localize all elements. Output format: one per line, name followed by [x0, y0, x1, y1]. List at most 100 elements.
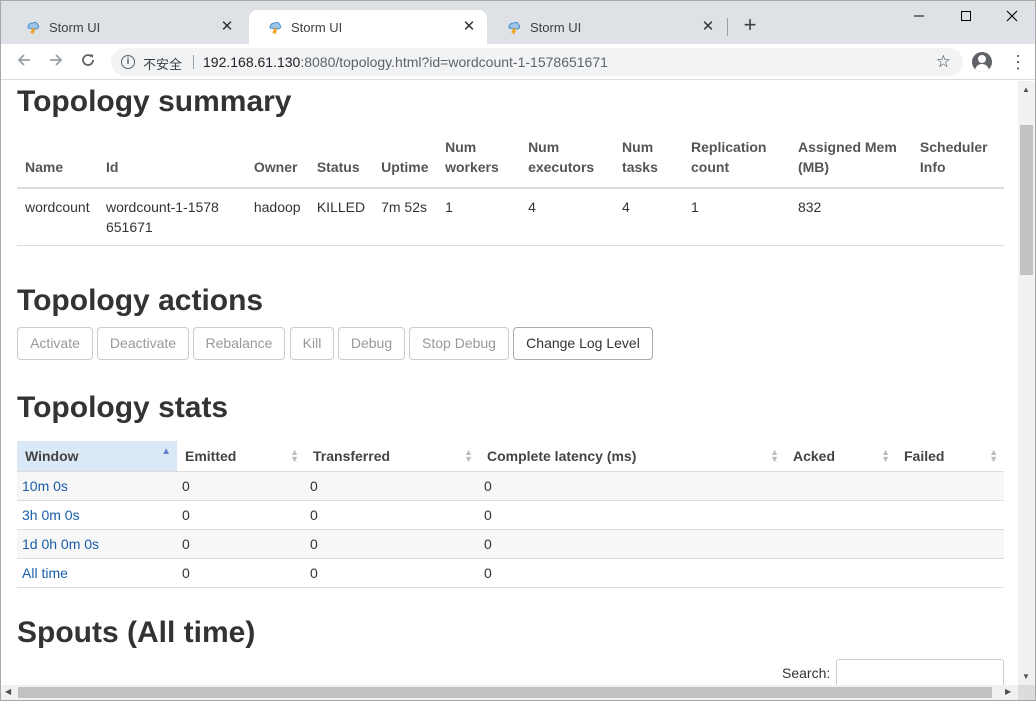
minimize-button[interactable] [896, 5, 942, 27]
col-header-owner: Owner [245, 133, 309, 189]
topology-summary-table: Name Id Owner Status Uptime Num workers … [17, 133, 1004, 246]
cell-failed [896, 471, 1004, 501]
stop-debug-button[interactable]: Stop Debug [409, 327, 509, 360]
cell-latency: 0 [479, 471, 785, 501]
col-header-transferred[interactable]: Transferred ▲ ▼ [305, 441, 479, 472]
page-viewport: Topology summary Name Id Owner Status Up… [1, 81, 1018, 685]
cell-num-tasks: 4 [614, 188, 684, 246]
tab-separator [727, 18, 728, 36]
window-link[interactable]: 1d 0h 0m 0s [22, 536, 99, 552]
col-header-status: Status [308, 133, 374, 189]
cell-acked [785, 471, 896, 501]
close-tab-icon[interactable]: ✕ [700, 19, 716, 35]
col-header-num-workers: Num workers [437, 133, 521, 189]
cell-transferred: 0 [305, 500, 479, 530]
col-header-failed[interactable]: Failed ▲ ▼ [896, 441, 1004, 472]
cell-num-workers: 1 [437, 188, 521, 246]
reload-button[interactable] [78, 52, 98, 72]
browser-tab-3[interactable]: Storm UI ✕ [488, 10, 726, 44]
url-rest: :8080/topology.html?id=wordcount-1-15786… [300, 54, 608, 70]
sort-both-icon: ▲ ▼ [881, 447, 890, 464]
address-bar[interactable]: i 不安全 192.168.61.130:8080/topology.html?… [111, 48, 963, 76]
tab-title: Storm UI [49, 20, 101, 35]
storm-favicon-icon [27, 21, 40, 35]
forward-button[interactable] [46, 52, 66, 72]
cell-transferred: 0 [305, 471, 479, 501]
cell-failed [896, 558, 1004, 588]
cell-transferred: 0 [305, 558, 479, 588]
rebalance-button[interactable]: Rebalance [193, 327, 285, 360]
browser-tab-1[interactable]: Storm UI ✕ [7, 10, 245, 44]
window-link[interactable]: 3h 0m 0s [22, 507, 80, 523]
change-log-level-button[interactable]: Change Log Level [513, 327, 653, 360]
kill-button[interactable]: Kill [290, 327, 334, 360]
col-header-window[interactable]: Window ▲ [17, 441, 177, 472]
cell-latency: 0 [479, 500, 785, 530]
info-icon[interactable]: i [121, 55, 135, 69]
cell-window: All time [17, 558, 177, 588]
sort-both-icon: ▲ ▼ [290, 447, 299, 464]
scroll-down-arrow-icon[interactable]: ▼ [1022, 672, 1030, 681]
vertical-scrollbar[interactable]: ▲ ▼ [1018, 81, 1035, 685]
horizontal-scrollbar[interactable]: ◀ ▶ [1, 685, 1018, 700]
window-link[interactable]: 10m 0s [22, 478, 68, 494]
maximize-button[interactable] [943, 5, 989, 27]
spouts-search-input[interactable] [836, 659, 1004, 685]
activate-button[interactable]: Activate [17, 327, 93, 360]
close-window-button[interactable] [989, 5, 1035, 27]
cell-assigned-mem: 832 [789, 188, 912, 246]
maximize-icon [961, 11, 971, 21]
browser-tab-2[interactable]: Storm UI ✕ [249, 10, 487, 44]
horizontal-scroll-thumb[interactable] [18, 687, 992, 698]
profile-avatar-icon[interactable] [972, 52, 992, 72]
cell-id: wordcount-1-1578651671 [97, 188, 246, 246]
cell-status: KILLED [308, 188, 374, 246]
tab-title: Storm UI [530, 20, 582, 35]
close-tab-icon[interactable]: ✕ [219, 19, 235, 35]
scroll-right-arrow-icon[interactable]: ▶ [1005, 687, 1011, 696]
table-row: 1d 0h 0m 0s 0 0 0 [17, 529, 1004, 559]
reload-icon [82, 54, 94, 66]
storm-favicon-icon [508, 21, 521, 35]
cell-failed [896, 500, 1004, 530]
deactivate-button[interactable]: Deactivate [97, 327, 189, 360]
url-host: 192.168.61.130 [203, 54, 301, 70]
security-label: 不安全 [143, 57, 183, 72]
table-row: 10m 0s 0 0 0 [17, 471, 1004, 501]
debug-button[interactable]: Debug [338, 327, 405, 360]
menu-more-icon[interactable]: ⋮ [1009, 52, 1027, 72]
col-header-num-tasks: Num tasks [614, 133, 684, 189]
topology-stats-table: Window ▲ Emitted ▲ ▼ Transferred ▲ ▼ Complete… [17, 441, 1004, 588]
table-row: All time 0 0 0 [17, 558, 1004, 588]
scroll-left-arrow-icon[interactable]: ◀ [5, 687, 11, 696]
col-header-emitted[interactable]: Emitted ▲ ▼ [177, 441, 305, 472]
col-header-complete-latency[interactable]: Complete latency (ms) ▲ ▼ [479, 441, 785, 472]
close-icon [1006, 10, 1018, 22]
scroll-up-arrow-icon[interactable]: ▲ [1022, 85, 1030, 94]
cell-emitted: 0 [177, 529, 305, 559]
tab-title: Storm UI [291, 20, 343, 35]
vertical-scroll-thumb[interactable] [1020, 125, 1033, 275]
col-header-id: Id [97, 133, 246, 189]
scrollbar-corner [1018, 685, 1035, 700]
sort-both-icon: ▲ ▼ [770, 447, 779, 464]
new-tab-button[interactable]: + [738, 14, 762, 38]
browser-toolbar: i 不安全 192.168.61.130:8080/topology.html?… [1, 44, 1035, 80]
window-link[interactable]: All time [22, 565, 68, 581]
col-header-acked[interactable]: Acked ▲ ▼ [785, 441, 896, 472]
back-button[interactable] [14, 52, 34, 72]
tab-strip: Storm UI ✕ Storm UI ✕ Storm UI ✕ + [1, 1, 1035, 44]
bookmark-star-icon[interactable]: ☆ [936, 52, 951, 72]
col-header-label: Window [25, 447, 79, 464]
col-header-label: Emitted [185, 447, 237, 464]
browser-window: Storm UI ✕ Storm UI ✕ Storm UI ✕ + i 不安全… [0, 0, 1036, 701]
close-tab-icon[interactable]: ✕ [461, 19, 477, 35]
cell-emitted: 0 [177, 558, 305, 588]
cell-replication-count: 1 [683, 188, 790, 246]
cell-uptime: 7m 52s [373, 188, 438, 246]
cell-scheduler-info [911, 188, 1004, 246]
url-text[interactable]: 192.168.61.130:8080/topology.html?id=wor… [203, 54, 608, 70]
table-header-row: Name Id Owner Status Uptime Num workers … [17, 133, 1004, 189]
arrow-left-icon [17, 54, 30, 66]
col-header-label: Failed [904, 447, 945, 464]
